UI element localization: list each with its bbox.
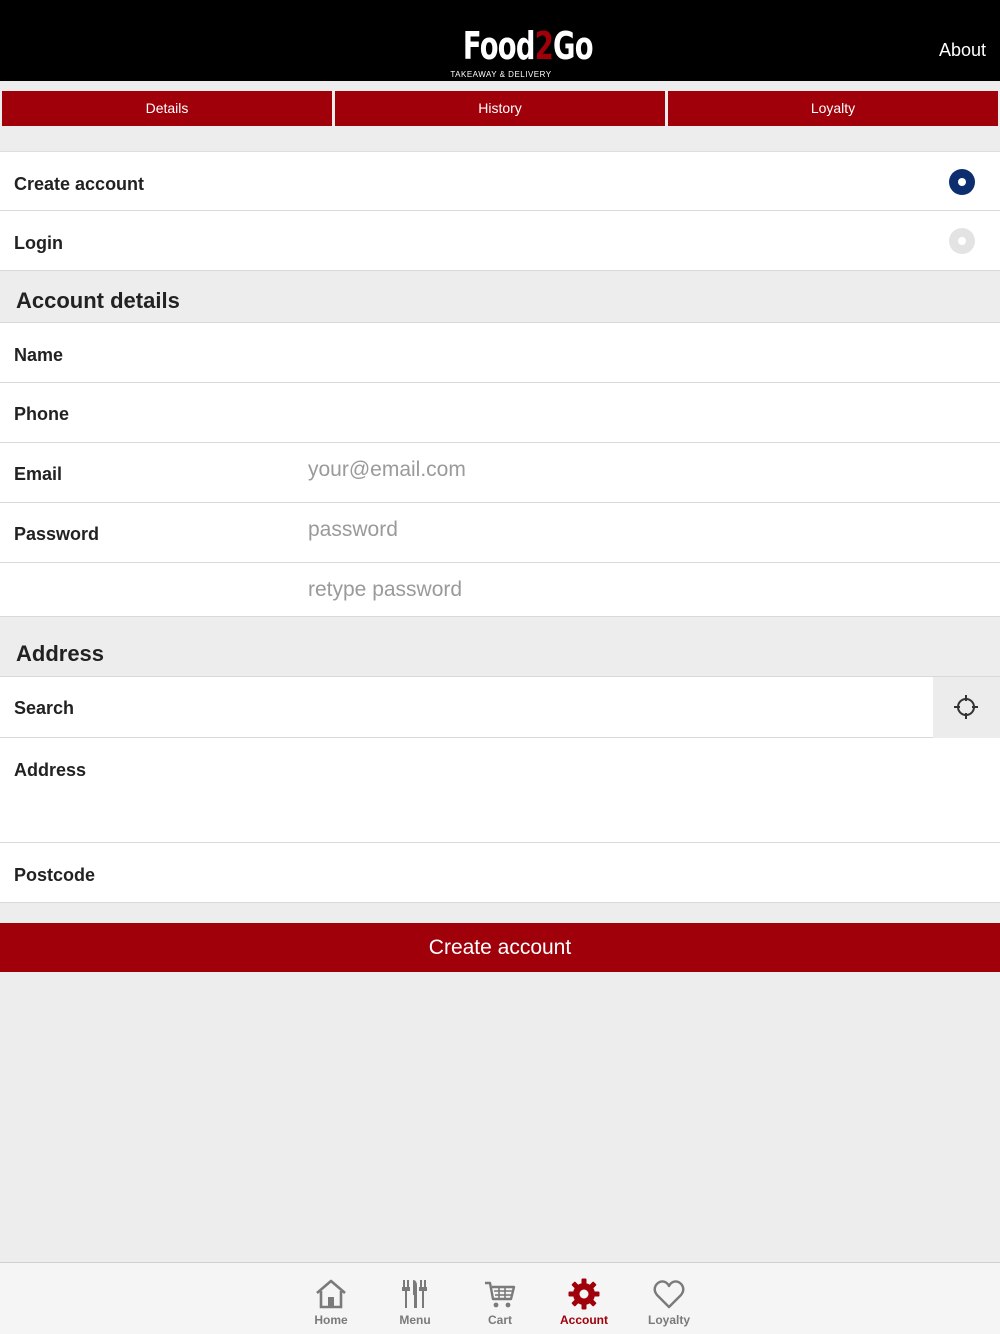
name-label: Name [14,345,64,365]
heart-icon [653,1280,685,1309]
nav-home-label: Home [314,1313,348,1327]
nav-loyalty-label: Loyalty [647,1313,690,1327]
phone-input[interactable] [308,396,908,428]
create-account-button[interactable]: Create account [0,923,1000,972]
nav-home[interactable]: Home [291,1277,371,1327]
search-label: Search [14,698,75,718]
nav-menu[interactable]: Menu [375,1277,455,1327]
nav-menu-label: Menu [399,1313,431,1327]
name-row: Name [0,322,1000,383]
create-account-option[interactable]: Create account [0,151,1000,211]
logo-wordmark: Food2Go [462,24,594,68]
logo-tagline: TAKEAWAY & DELIVERY [450,70,552,79]
login-option[interactable]: Login [0,211,1000,271]
retype-password-row [0,563,1000,617]
login-option-label: Login [14,233,63,253]
phone-row: Phone [0,383,1000,443]
locate-me-button[interactable] [933,677,1000,738]
tab-history[interactable]: History [335,91,665,126]
address-textarea[interactable] [308,752,908,832]
create-account-radio[interactable] [949,169,975,195]
nav-cart-label: Cart [487,1313,512,1327]
nav-account[interactable]: Account [544,1277,624,1327]
food2go-logo: Food2Go TAKEAWAY & DELIVERY [448,24,594,80]
tab-details[interactable]: Details [2,91,332,126]
address-heading: Address [16,641,105,666]
account-details-heading: Account details [16,288,180,313]
about-link[interactable]: About [939,38,986,62]
gear-icon [568,1278,600,1310]
tab-loyalty[interactable]: Loyalty [668,91,998,126]
nav-account-label: Account [560,1313,608,1327]
phone-label: Phone [14,404,70,424]
cutlery-icon [402,1280,427,1308]
address-search-row: Search [0,676,1000,738]
address-search-input[interactable] [308,691,908,723]
postcode-row: Postcode [0,843,1000,903]
email-label: Email [14,464,63,484]
crosshair-icon [954,695,978,719]
address-row: Address [0,738,1000,843]
cart-icon [485,1281,516,1308]
create-account-option-label: Create account [14,174,145,194]
password-label: Password [14,524,100,544]
retype-password-input[interactable] [308,574,908,606]
tab-bar: Details History Loyalty [0,91,1000,127]
home-icon [316,1279,346,1309]
name-input[interactable] [308,337,908,369]
top-bar: Food2Go TAKEAWAY & DELIVERY About [0,0,1000,81]
nav-loyalty[interactable]: Loyalty [629,1277,709,1327]
bottom-nav: Home Menu Cart Account Loyalty [0,1262,1000,1334]
email-input[interactable] [308,454,908,486]
postcode-input[interactable] [308,857,908,889]
password-input[interactable] [308,514,908,546]
password-row: Password [0,503,1000,563]
email-row: Email [0,443,1000,503]
address-label: Address [14,760,87,780]
login-radio[interactable] [949,228,975,254]
postcode-label: Postcode [14,865,96,885]
nav-cart[interactable]: Cart [460,1277,540,1327]
